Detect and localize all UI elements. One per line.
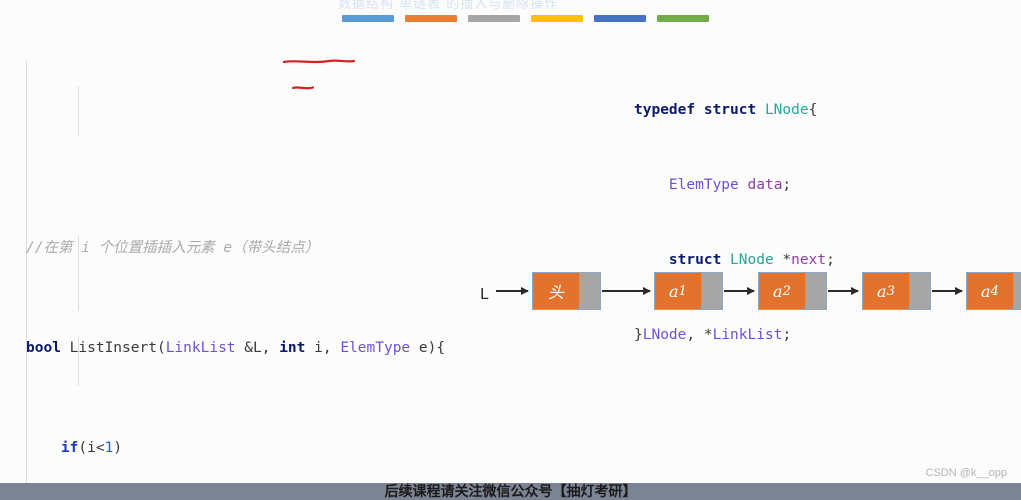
color-bar-blue bbox=[342, 15, 394, 22]
code-block-lnode-struct: typedef struct LNode{ ElemType data; str… bbox=[634, 48, 1014, 398]
node-pointer-cell bbox=[1014, 273, 1021, 309]
code-line: typedef struct LNode{ bbox=[634, 102, 818, 118]
indent-guide bbox=[78, 86, 79, 136]
color-bar-strip bbox=[342, 15, 709, 22]
slide-header-decoration: 数据结构 单链表 的插入与删除操作 bbox=[0, 0, 1021, 30]
code-line: ElemType data; bbox=[668, 177, 792, 193]
color-bar-indigo bbox=[594, 15, 646, 22]
red-underline-annotation-head-node bbox=[283, 59, 355, 64]
node-label-sub: 1 bbox=[678, 283, 688, 299]
list-node: a4 bbox=[966, 272, 1021, 310]
arrow-a1-to-a2 bbox=[724, 287, 755, 294]
list-node-head: 头 bbox=[532, 272, 601, 310]
arrow-head-to-a1 bbox=[602, 287, 651, 294]
node-data-cell: a2 bbox=[759, 273, 806, 309]
diagram-head-pointer-label: L bbox=[480, 285, 489, 303]
node-label-sub: 2 bbox=[782, 283, 792, 299]
arrow-l-to-head bbox=[496, 287, 529, 294]
node-label-sub: 3 bbox=[886, 283, 896, 299]
node-data-cell: a4 bbox=[967, 273, 1014, 309]
color-bar-yellow bbox=[531, 15, 583, 22]
color-bar-gray bbox=[468, 15, 520, 22]
node-data-cell: 头 bbox=[533, 273, 580, 309]
node-label: a bbox=[876, 281, 887, 301]
list-node: a1 bbox=[654, 272, 723, 310]
arrow-a2-to-a3 bbox=[828, 287, 859, 294]
node-pointer-cell bbox=[580, 273, 600, 309]
node-pointer-cell bbox=[702, 273, 722, 309]
node-label: a bbox=[668, 281, 679, 301]
node-data-cell: a1 bbox=[655, 273, 702, 309]
code-line: //在第 i 个位置插插入元素 e（带头结点） bbox=[26, 240, 320, 256]
slide-canvas: 数据结构 单链表 的插入与删除操作 //在第 i 个位置插插入元素 e（带头结点… bbox=[0, 0, 1021, 500]
code-line: struct LNode *next; bbox=[668, 252, 835, 268]
node-label: 头 bbox=[547, 283, 564, 302]
node-pointer-cell bbox=[806, 273, 826, 309]
color-bar-green bbox=[657, 15, 709, 22]
node-label-sub: 4 bbox=[990, 283, 1000, 299]
color-bar-orange bbox=[405, 15, 457, 22]
linked-list-diagram: L 头 a1 a2 a3 a4 NULL bbox=[478, 272, 1021, 324]
code-line: if(i<1) bbox=[60, 440, 123, 456]
code-line: }LNode, *LinkList; bbox=[634, 327, 792, 343]
csdn-watermark: CSDN @k__opp bbox=[925, 467, 1007, 479]
node-data-cell: a3 bbox=[863, 273, 910, 309]
footer-banner-text: 后续课程请关注微信公众号【抽灯考研】 bbox=[384, 484, 637, 500]
list-node: a3 bbox=[862, 272, 931, 310]
red-underline-annotation-ampersand-l bbox=[292, 86, 314, 90]
code-block-listinsert: //在第 i 个位置插插入元素 e（带头结点） bool ListInsert(… bbox=[26, 36, 626, 500]
faded-slide-title: 数据结构 单链表 的插入与删除操作 bbox=[338, 0, 559, 12]
node-label: a bbox=[980, 281, 991, 301]
node-label: a bbox=[772, 281, 783, 301]
node-pointer-cell bbox=[910, 273, 930, 309]
arrow-a3-to-a4 bbox=[932, 287, 963, 294]
indent-guide bbox=[26, 61, 27, 500]
list-node: a2 bbox=[758, 272, 827, 310]
code-line: bool ListInsert(LinkList &L, int i, Elem… bbox=[26, 340, 446, 356]
